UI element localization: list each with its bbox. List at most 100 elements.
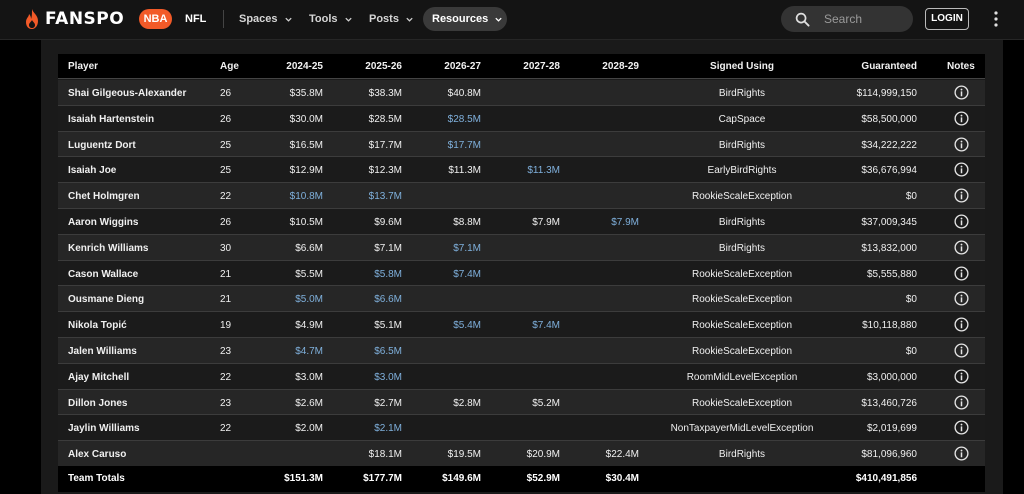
- salary-2026-27: $17.7M: [447, 139, 481, 151]
- col-header-guaranteed[interactable]: Guaranteed: [837, 61, 917, 72]
- info-icon[interactable]: [954, 266, 969, 281]
- nav-tools[interactable]: Tools: [309, 13, 353, 25]
- signed-using: RookieScaleException: [691, 397, 793, 409]
- salary-2027-28: $7.4M: [532, 320, 560, 332]
- player-name[interactable]: Ajay Mitchell: [68, 372, 129, 383]
- table-row: Dillon Jones 23 $2.6M $2.7M $2.8M $5.2M Rookie…: [58, 389, 985, 416]
- signed-using: RoomMidLevelException: [686, 371, 798, 383]
- col-header-signed-using[interactable]: Signed Using: [652, 61, 832, 72]
- nav-spaces-label: Spaces: [239, 13, 278, 25]
- signed-using: RookieScaleException: [691, 268, 793, 280]
- player-age: 23: [220, 397, 232, 409]
- player-name[interactable]: Jaylin Williams: [68, 423, 140, 434]
- nav-spaces[interactable]: Spaces: [239, 13, 293, 25]
- signed-using: CapSpace: [718, 113, 766, 125]
- flame-icon: [26, 9, 38, 29]
- player-name[interactable]: Jalen Williams: [68, 346, 137, 357]
- player-age: 22: [220, 423, 232, 435]
- signed-using: RookieScaleException: [691, 346, 793, 357]
- nav-resources[interactable]: Resources: [423, 7, 507, 31]
- salary-2024-25: $4.7M: [295, 346, 323, 357]
- salary-2027-28: $11.3M: [527, 165, 560, 177]
- salary-2024-25: $3.0M: [295, 371, 323, 383]
- more-options-icon[interactable]: [990, 10, 1002, 28]
- col-header-2028-29[interactable]: 2028-29: [579, 61, 639, 72]
- nav-tools-label: Tools: [309, 13, 338, 25]
- totals-2027-28: $52.9M: [526, 473, 560, 484]
- totals-2025-26: $177.7M: [363, 473, 402, 484]
- table-row: Ajay Mitchell 22 $3.0M $3.0M RoomMidLevelExc…: [58, 363, 985, 390]
- search-input[interactable]: [824, 12, 904, 26]
- col-header-age[interactable]: Age: [220, 61, 239, 72]
- guaranteed-amount: $13,460,726: [861, 397, 917, 409]
- guaranteed-amount: $114,999,150: [856, 88, 917, 99]
- player-name[interactable]: Isaiah Hartenstein: [68, 114, 154, 125]
- player-name[interactable]: Kenrich Williams: [68, 243, 149, 254]
- table-row: Kenrich Williams 30 $6.6M $7.1M $7.1M BirdRig…: [58, 234, 985, 261]
- salary-2025-26: $5.8M: [374, 268, 402, 280]
- player-age: 26: [220, 217, 232, 228]
- col-header-2025-26[interactable]: 2025-26: [342, 61, 402, 72]
- info-icon[interactable]: [954, 317, 969, 332]
- salary-2024-25: $4.9M: [295, 320, 323, 332]
- league-tab-nba[interactable]: NBA: [139, 9, 172, 29]
- player-name[interactable]: Shai Gilgeous-Alexander: [68, 88, 186, 99]
- player-age: 21: [220, 268, 232, 280]
- table-row: Nikola Topić 19 $4.9M $5.1M $5.4M $7.4M Rookie…: [58, 312, 985, 338]
- guaranteed-amount: $36,676,994: [861, 165, 917, 177]
- salary-2026-27: $7.4M: [453, 268, 481, 280]
- info-icon[interactable]: [954, 369, 969, 384]
- salary-2024-25: $5.0M: [295, 294, 323, 306]
- salary-2025-26: $2.1M: [374, 423, 402, 435]
- totals-2028-29: $30.4M: [605, 473, 639, 484]
- info-icon[interactable]: [954, 85, 969, 100]
- signed-using: NonTaxpayerMidLevelException: [670, 423, 814, 435]
- nav-posts-label: Posts: [369, 13, 399, 25]
- info-icon[interactable]: [954, 214, 969, 229]
- signed-using: BirdRights: [718, 139, 766, 151]
- col-header-2027-28[interactable]: 2027-28: [500, 61, 560, 72]
- table-row: Aaron Wiggins 26 $10.5M $9.6M $8.8M $7.9M $7.9…: [58, 209, 985, 235]
- player-name[interactable]: Dillon Jones: [68, 398, 127, 409]
- guaranteed-amount: $0: [905, 294, 917, 306]
- info-icon[interactable]: [954, 395, 969, 410]
- table-row: Ousmane Dieng 21 $5.0M $6.6M RookieScaleExce…: [58, 286, 985, 313]
- fanspo-logo[interactable]: FANSPO: [24, 9, 124, 29]
- player-age: 22: [220, 371, 232, 383]
- info-icon[interactable]: [954, 240, 969, 255]
- info-icon[interactable]: [954, 162, 969, 177]
- chevron-down-icon: [406, 17, 413, 22]
- salary-2024-25: $10.8M: [289, 191, 323, 203]
- guaranteed-amount: $13,832,000: [861, 242, 917, 254]
- col-header-2024-25[interactable]: 2024-25: [263, 61, 323, 72]
- info-icon[interactable]: [954, 420, 969, 435]
- info-icon[interactable]: [954, 291, 969, 306]
- info-icon[interactable]: [954, 188, 969, 203]
- salary-2026-27: $7.1M: [453, 242, 481, 254]
- player-name[interactable]: Nikola Topić: [68, 320, 127, 331]
- player-age: 26: [220, 113, 232, 125]
- league-tab-nfl[interactable]: NFL: [185, 13, 206, 25]
- nav-posts[interactable]: Posts: [369, 13, 414, 25]
- player-name[interactable]: Ousmane Dieng: [68, 294, 144, 305]
- info-icon[interactable]: [954, 137, 969, 152]
- signed-using: RookieScaleException: [691, 191, 793, 203]
- salary-2025-26: $7.1M: [374, 242, 402, 254]
- col-header-2026-27[interactable]: 2026-27: [421, 61, 481, 72]
- login-button[interactable]: LOGIN: [925, 8, 969, 30]
- player-name[interactable]: Isaiah Joe: [68, 165, 116, 176]
- info-icon[interactable]: [954, 343, 969, 358]
- salary-2024-25: $16.5M: [289, 139, 323, 151]
- search-box[interactable]: [781, 6, 913, 32]
- guaranteed-amount: $2,019,699: [866, 423, 917, 435]
- player-name[interactable]: Alex Caruso: [68, 449, 126, 460]
- salary-2026-27: $11.3M: [448, 165, 481, 177]
- info-icon[interactable]: [954, 446, 969, 461]
- col-header-player[interactable]: Player: [68, 61, 98, 72]
- salary-2024-25: $6.6M: [295, 242, 323, 254]
- player-name[interactable]: Aaron Wiggins: [68, 217, 138, 228]
- player-name[interactable]: Luguentz Dort: [68, 140, 136, 151]
- player-name[interactable]: Chet Holmgren: [68, 191, 140, 202]
- player-name[interactable]: Cason Wallace: [68, 269, 138, 280]
- info-icon[interactable]: [954, 111, 969, 126]
